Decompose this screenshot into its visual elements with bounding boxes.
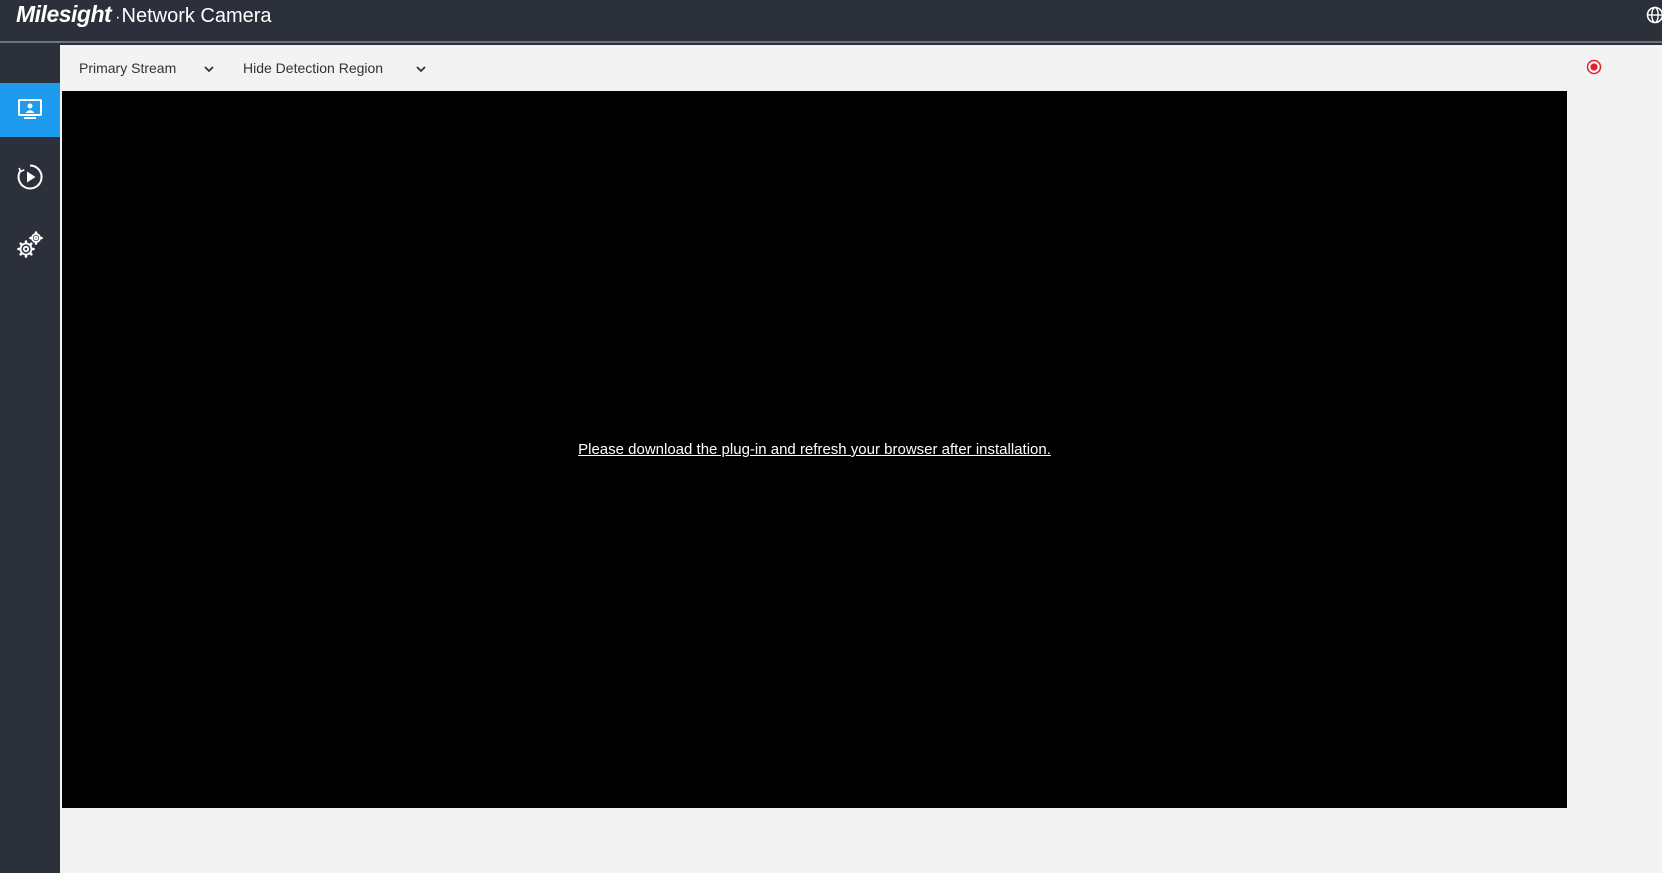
detection-region-select-value: Hide Detection Region — [243, 60, 384, 76]
plugin-download-link[interactable]: Please download the plug-in and refresh … — [62, 441, 1567, 458]
stream-select[interactable]: Primary Stream — [79, 57, 219, 79]
monitor-icon — [18, 99, 42, 119]
chevron-down-icon — [204, 66, 214, 73]
sidebar-item-settings[interactable] — [0, 218, 60, 272]
live-toolbar: Primary Stream Hide Detection Region — [60, 45, 1662, 90]
play-circle-icon — [17, 164, 43, 190]
sidebar-item-playback[interactable] — [0, 150, 60, 204]
stream-select-value: Primary Stream — [79, 60, 177, 76]
brand-logo: Milesight — [16, 1, 112, 27]
brand-separator: · — [115, 9, 121, 26]
globe-icon[interactable] — [1646, 6, 1662, 24]
bottom-control-bar — [60, 810, 1662, 873]
detection-region-select[interactable]: Hide Detection Region — [243, 57, 433, 79]
video-viewport[interactable]: Please download the plug-in and refresh … — [62, 91, 1567, 808]
product-title: Network Camera — [121, 5, 272, 27]
brand: Milesight · Network Camera — [16, 0, 272, 30]
top-bar: Milesight · Network Camera — [0, 0, 1662, 43]
gears-icon — [17, 231, 43, 258]
main-content: Primary Stream Hide Detection Region Ple… — [60, 45, 1662, 873]
chevron-down-icon — [416, 66, 426, 73]
sidebar-item-live-view[interactable] — [0, 83, 60, 137]
sidebar — [0, 43, 60, 873]
record-icon[interactable] — [1586, 59, 1602, 75]
